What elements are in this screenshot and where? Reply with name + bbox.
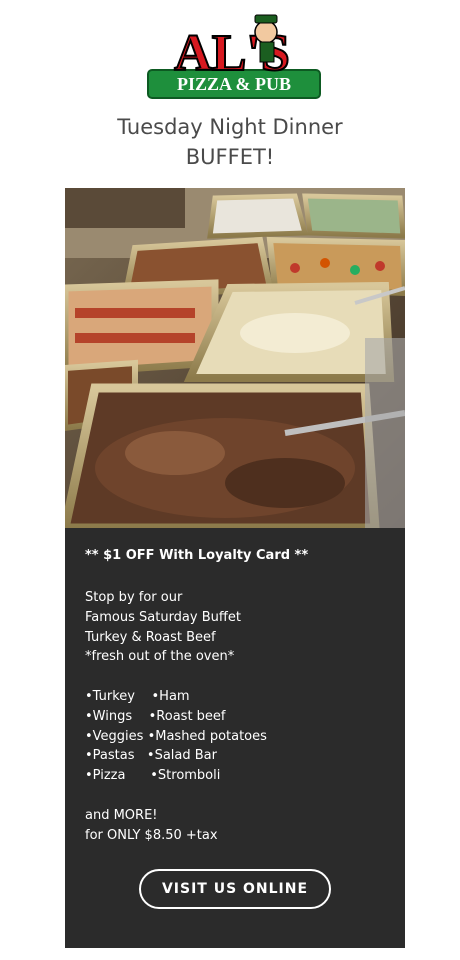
buffet-info-panel: ** $1 OFF With Loyalty Card ** Stop by f… [65, 528, 405, 948]
intro-line: Famous Saturday Buffet [85, 609, 241, 625]
intro-line: Stop by for our [85, 590, 183, 605]
buffet-photo [65, 188, 405, 528]
price-line: for ONLY $8.50 +tax [85, 827, 218, 843]
logo-graphic: PIZZA & PUB AL'S [147, 14, 321, 99]
als-pizza-pub-logo[interactable]: PIZZA & PUB AL'S [140, 12, 325, 100]
loyalty-promo: ** $1 OFF With Loyalty Card ** [85, 548, 309, 563]
menu-line: •Wings •Roast beef [85, 708, 226, 724]
intro-line: Turkey & Roast Beef [85, 629, 216, 645]
menu-line: •Turkey •Ham [85, 688, 190, 704]
visit-us-online-button[interactable]: VISIT US ONLINE [139, 869, 331, 909]
menu-line: •Veggies •Mashed potatoes [85, 728, 267, 744]
buffet-details: Stop by for our Famous Saturday Buffet T… [85, 588, 267, 845]
headline-line-1: Tuesday Night Dinner [117, 115, 343, 139]
headline-line-2: BUFFET! [185, 145, 275, 169]
menu-line: •Pizza •Stromboli [85, 768, 221, 784]
chef-mascot-icon [254, 20, 278, 44]
outro-line: and MORE! [85, 807, 158, 823]
menu-line: •Pastas •Salad Bar [85, 748, 217, 764]
intro-line: *fresh out of the oven* [85, 649, 235, 665]
